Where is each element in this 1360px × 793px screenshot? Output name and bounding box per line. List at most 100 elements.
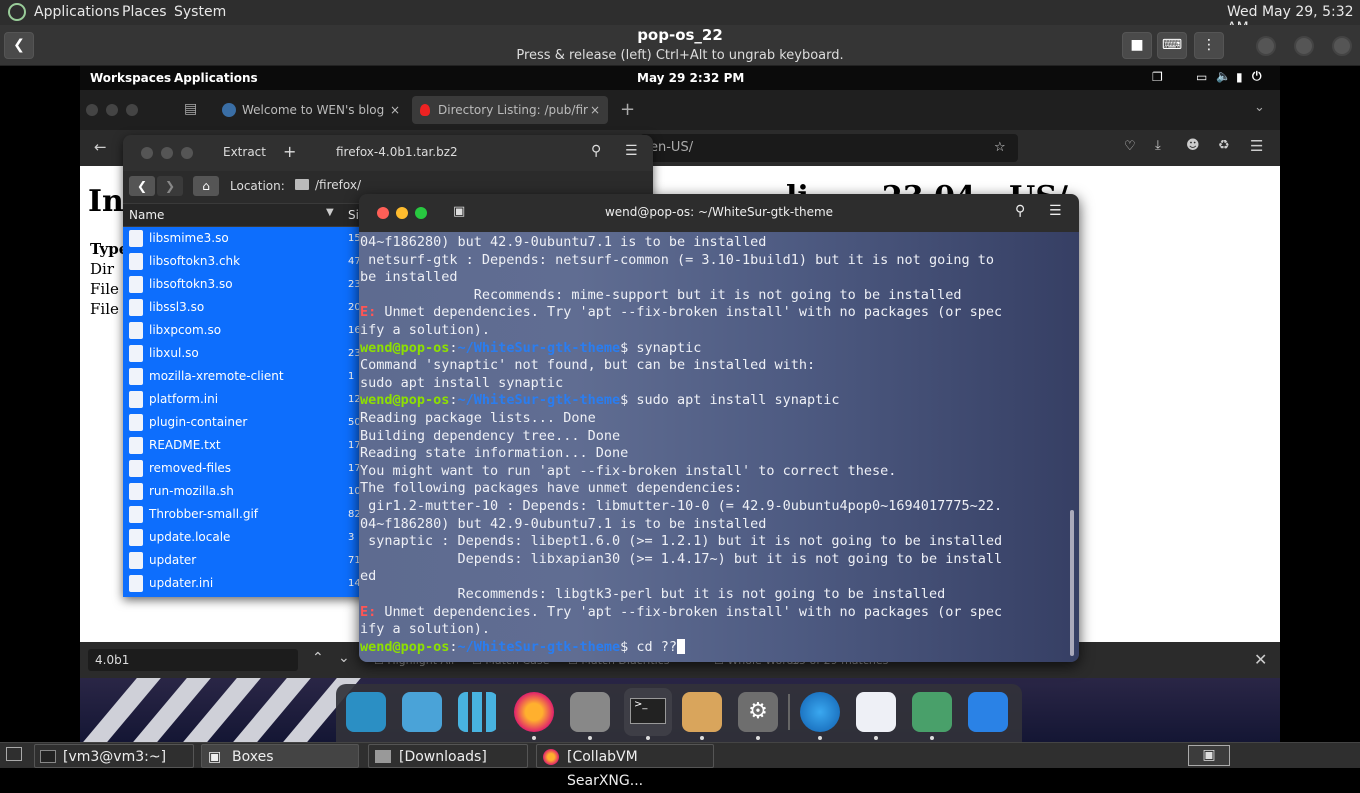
workspace-switcher[interactable]: ▣ bbox=[1188, 745, 1230, 766]
pocket-icon[interactable]: ♡ bbox=[1124, 139, 1136, 154]
file-size: 3 bbox=[348, 532, 355, 543]
task-downloads[interactable]: [Downloads] bbox=[368, 744, 528, 768]
bookmark-star-icon[interactable]: ☆ bbox=[994, 134, 1006, 162]
task-terminal[interactable]: [vm3@vm3:~] bbox=[34, 744, 194, 768]
battery-icon[interactable]: ▮ bbox=[1236, 70, 1243, 84]
workspaces-button[interactable]: Workspaces bbox=[90, 71, 171, 85]
close-dot[interactable] bbox=[141, 147, 153, 159]
search-icon[interactable] bbox=[346, 692, 386, 732]
stop-icon[interactable]: ■ bbox=[1122, 32, 1152, 59]
task-firefox[interactable]: [CollabVM SearXNG... bbox=[536, 744, 714, 789]
archive-icon[interactable] bbox=[682, 692, 722, 732]
app-grid-icon[interactable] bbox=[458, 692, 498, 732]
new-tab-icon[interactable]: + bbox=[620, 99, 635, 120]
downloads-icon[interactable]: ⤓ bbox=[1155, 138, 1161, 153]
terminal-scrollbar[interactable] bbox=[1070, 510, 1074, 656]
firefox-icon[interactable] bbox=[514, 692, 554, 732]
forward-icon[interactable]: ❯ bbox=[157, 176, 183, 196]
extract-button[interactable]: Extract bbox=[223, 145, 266, 159]
url-bar[interactable]: en-US/ ☆ bbox=[640, 134, 1018, 162]
back-arrow-icon[interactable]: ← bbox=[94, 138, 107, 156]
favicon-icon bbox=[420, 104, 430, 116]
home-icon[interactable]: ⌂ bbox=[193, 176, 219, 196]
kebab-menu-icon[interactable]: ⋮ bbox=[1194, 32, 1224, 59]
menu-places[interactable]: Places bbox=[122, 4, 167, 20]
file-row[interactable]: Throbber-small.gif 82 bbox=[123, 503, 361, 526]
extensions-icon[interactable]: ♻ bbox=[1218, 138, 1230, 153]
globe-icon[interactable] bbox=[800, 692, 840, 732]
puzzle-icon[interactable] bbox=[968, 692, 1008, 732]
location-path[interactable]: /firefox/ bbox=[315, 178, 361, 192]
maximize-dot[interactable] bbox=[126, 104, 138, 116]
file-name: libssl3.so bbox=[149, 300, 205, 314]
file-row[interactable]: libsoftokn3.chk 47 bbox=[123, 250, 361, 273]
close-tab-icon[interactable]: × bbox=[390, 96, 400, 124]
add-icon[interactable]: + bbox=[283, 142, 296, 161]
task-boxes[interactable]: ▣ Boxes bbox=[201, 744, 359, 768]
menu-system[interactable]: System bbox=[174, 4, 226, 20]
guest-clock[interactable]: May 29 2:32 PM bbox=[637, 71, 744, 85]
file-row[interactable]: libxul.so 23 bbox=[123, 342, 361, 365]
file-row[interactable]: run-mozilla.sh 10 bbox=[123, 480, 361, 503]
back-icon[interactable]: ❮ bbox=[129, 176, 155, 196]
zip-icon[interactable] bbox=[912, 692, 952, 732]
find-next-icon[interactable]: ⌄ bbox=[338, 650, 350, 666]
toggle-icon[interactable] bbox=[856, 692, 896, 732]
show-desktop-icon[interactable] bbox=[6, 747, 22, 761]
minimize-dot[interactable] bbox=[161, 147, 173, 159]
file-row[interactable]: libssl3.so 20 bbox=[123, 296, 361, 319]
maximize-button[interactable] bbox=[1294, 36, 1314, 56]
file-row[interactable]: libxpcom.so 16 bbox=[123, 319, 361, 342]
sort-arrow-icon[interactable]: ▼ bbox=[326, 207, 334, 218]
guest-screen[interactable]: Workspaces Applications May 29 2:32 PM ❐… bbox=[80, 66, 1280, 742]
tab-label: Welcome to WEN's blog bbox=[242, 103, 385, 117]
close-tab-icon[interactable]: × bbox=[590, 96, 600, 124]
close-button[interactable] bbox=[1332, 36, 1352, 56]
close-dot[interactable] bbox=[86, 104, 98, 116]
display-icon[interactable]: ▭ bbox=[1196, 70, 1207, 84]
power-icon[interactable]: ⏻ bbox=[1252, 69, 1262, 84]
menu-applications[interactable]: Applications bbox=[34, 4, 120, 20]
file-row[interactable]: platform.ini 12 bbox=[123, 388, 361, 411]
files-icon[interactable] bbox=[402, 692, 442, 732]
distro-logo-icon[interactable] bbox=[8, 3, 26, 21]
file-row[interactable]: libsoftokn3.so 23 bbox=[123, 273, 361, 296]
find-input[interactable]: 4.0b1 bbox=[88, 649, 298, 671]
file-row[interactable]: removed-files 17 bbox=[123, 457, 361, 480]
close-find-icon[interactable]: ✕ bbox=[1254, 650, 1267, 669]
window-icon[interactable]: ❐ bbox=[1152, 70, 1163, 84]
folder-icon[interactable] bbox=[570, 692, 610, 732]
minimize-button[interactable] bbox=[1256, 36, 1276, 56]
send-keys-icon[interactable]: ⌨ bbox=[1157, 32, 1187, 59]
hamburger-menu-icon[interactable]: ☰ bbox=[1049, 203, 1062, 219]
maximize-dot[interactable] bbox=[181, 147, 193, 159]
file-row[interactable]: mozilla-xremote-client 1 bbox=[123, 365, 359, 388]
search-icon[interactable]: ⚲ bbox=[591, 143, 601, 159]
file-row[interactable]: README.txt 17 bbox=[123, 434, 361, 457]
settings-icon[interactable]: ⚙ bbox=[738, 692, 778, 732]
volume-icon[interactable]: 🔈 bbox=[1216, 69, 1231, 83]
terminal-line: 04~f186280) but 42.9-0ubuntu7.1 is to be… bbox=[360, 516, 766, 534]
hamburger-menu-icon[interactable]: ☰ bbox=[1250, 137, 1263, 155]
search-icon[interactable]: ⚲ bbox=[1015, 203, 1025, 219]
terminal-output[interactable]: 04~f186280) but 42.9-0ubuntu7.1 is to be… bbox=[359, 232, 1079, 662]
name-column-header[interactable]: Name bbox=[129, 208, 164, 222]
tab-list-icon[interactable]: ▤ bbox=[184, 101, 197, 117]
applications-button[interactable]: Applications bbox=[174, 71, 258, 85]
file-row[interactable]: updater.ini 14 bbox=[123, 572, 361, 595]
terminal-icon[interactable]: >_ bbox=[624, 688, 672, 736]
file-row[interactable]: update.locale 3 bbox=[123, 526, 359, 549]
file-row[interactable]: updater 71 bbox=[123, 549, 361, 572]
file-row[interactable]: plugin-container 50 bbox=[123, 411, 361, 434]
account-icon[interactable]: ☻ bbox=[1186, 138, 1200, 153]
chevron-down-icon[interactable]: ⌄ bbox=[1254, 100, 1265, 115]
running-indicator bbox=[930, 736, 934, 740]
hamburger-menu-icon[interactable]: ☰ bbox=[625, 143, 638, 159]
tab-wens-blog[interactable]: Welcome to WEN's blog × bbox=[216, 96, 406, 124]
file-row[interactable]: libsmime3.so 15 bbox=[123, 227, 361, 250]
size-column-header[interactable]: Si bbox=[348, 208, 359, 222]
tab-directory-listing[interactable]: Directory Listing: /pub/fir × bbox=[412, 96, 608, 124]
minimize-dot[interactable] bbox=[106, 104, 118, 116]
find-prev-icon[interactable]: ⌃ bbox=[312, 650, 324, 666]
line-text: $ synaptic bbox=[620, 339, 702, 356]
